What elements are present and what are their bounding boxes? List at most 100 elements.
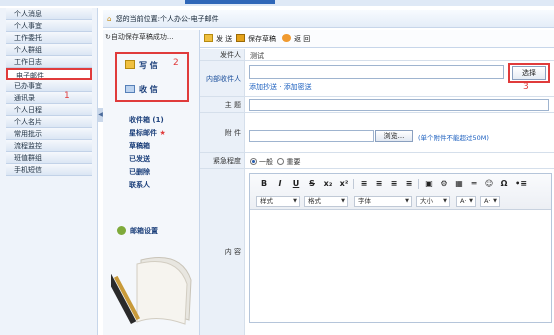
back-icon [282,34,291,42]
editor-content-area[interactable] [250,211,551,322]
justify-button[interactable]: ≡ [403,178,415,190]
top-active-tab-bar [185,0,275,4]
align-left-button[interactable]: ≡ [358,178,370,190]
nav-item[interactable]: 流程监控 [6,140,92,152]
folder-label: 收件箱 (1) [129,116,164,124]
save-icon [236,34,245,42]
nav-item[interactable]: 班值群组 [6,152,92,164]
attachment-hint: (单个附件不能超过50M) [418,134,489,142]
special-char-icon[interactable]: Ω [498,178,510,190]
nav-item[interactable]: 已办事宜 [6,80,92,92]
send-button[interactable]: 发 送 [204,34,232,44]
bg-color-label: A· [484,197,491,205]
caret-down-icon: ▼ [341,198,345,204]
caret-down-icon: ▼ [293,198,297,204]
caret-down-icon: ▼ [443,198,447,204]
receive-button[interactable]: 收 信 [125,84,158,95]
nav-item[interactable]: 通讯录 [6,92,92,104]
horizontal-rule-icon[interactable]: ═ [468,178,480,190]
receive-label: 收 信 [139,85,158,94]
nav-item[interactable]: 常用批示 [6,128,92,140]
add-bcc-link[interactable]: 添加密送 [284,83,312,91]
nav-item[interactable]: 电子邮件 [6,68,92,80]
nav-item[interactable]: 个人群组 [6,44,92,56]
folder-label: 联系人 [129,181,150,189]
nav-list: 个人消息 个人事宜 工作委托 个人群组 工作日志 电子邮件 已办事宜 通讯录 个人日程 个人名片常… [0,8,97,176]
select-recipient-button[interactable]: 选择 [512,66,546,80]
content-row: 内 容 B I U S x₂ x² ≡ ≡ ≡ ≡ ▣ ⚙ ▦ ═ ☺ Ω •≡… [200,169,554,335]
style-dropdown[interactable]: 样式 ▼ [256,196,300,207]
subject-row: 主 题 [200,97,554,113]
size-dropdown[interactable]: 大小 ▼ [416,196,450,207]
nav-item[interactable]: 工作日志 [6,56,92,68]
bulleted-list-icon[interactable]: •≡ [513,178,529,190]
attachment-label: 附 件 [200,113,245,152]
folder-inbox[interactable]: 收件箱 (1) [129,114,166,127]
breadcrumb-text: 您的当前位置:个人办公-电子邮件 [115,15,219,23]
compose-toolbar: 发 送 保存草稿 返 回 [200,30,554,48]
nav-item[interactable]: 工作委托 [6,32,92,44]
back-label: 返 回 [294,35,311,43]
folder-starred[interactable]: 星标邮件 ★ [129,127,166,140]
strikethrough-button[interactable]: S [306,178,318,190]
folder-contacts[interactable]: 联系人 [129,179,166,192]
recipient-input[interactable] [249,65,504,79]
browse-button[interactable]: 浏览... [375,130,413,142]
home-icon: ⌂ [107,15,112,23]
subscript-button[interactable]: x₂ [322,178,334,190]
underline-button[interactable]: U [290,178,302,190]
mail-settings-link[interactable]: 邮箱设置 [117,226,158,236]
nav-item[interactable]: 个人事宜 [6,20,92,32]
text-color-dropdown[interactable]: A· ▼ [456,196,476,207]
folder-deleted[interactable]: 已删除 [129,166,166,179]
star-icon: ★ [159,129,166,137]
image-icon[interactable]: ▣ [423,178,435,190]
format-dropdown-label: 格式 [308,197,321,205]
rich-text-editor[interactable]: B I U S x₂ x² ≡ ≡ ≡ ≡ ▣ ⚙ ▦ ═ ☺ Ω •≡ 样式 ▼ [249,173,552,323]
urgency-important-label: 重要 [286,158,301,166]
attachment-path-input[interactable] [249,130,374,142]
bg-color-dropdown[interactable]: A· ▼ [480,196,500,207]
urgency-important-radio[interactable] [277,158,285,165]
align-center-button[interactable]: ≡ [373,178,385,190]
smiley-icon[interactable]: ☺ [483,178,495,190]
editor-toolbar: B I U S x₂ x² ≡ ≡ ≡ ≡ ▣ ⚙ ▦ ═ ☺ Ω •≡ 样式 ▼ [250,174,551,210]
bold-button[interactable]: B [258,178,270,190]
urgency-row: 紧急程度 一般 重要 [200,153,554,169]
save-draft-label: 保存草稿 [248,35,276,43]
sender-row: 发件人 测试 [200,49,554,61]
font-dropdown[interactable]: 字体 ▼ [354,196,412,207]
size-dropdown-label: 大小 [420,197,433,205]
annotation-marker-3: 3 [523,82,529,92]
compose-icon [125,60,135,69]
nav-item[interactable]: 手机短信 [6,164,92,176]
format-dropdown[interactable]: 格式 ▼ [304,196,348,207]
table-icon[interactable]: ▦ [453,178,465,190]
compose-label: 写 信 [139,61,158,70]
nav-item[interactable]: 个人日程 [6,104,92,116]
subject-input[interactable] [249,99,549,111]
folder-drafts[interactable]: 草稿箱 [129,140,166,153]
align-right-button[interactable]: ≡ [388,178,400,190]
autosave-text: 自动保存草稿成功... [110,33,174,41]
toolbar-divider [353,179,354,189]
send-icon [204,34,213,42]
flash-icon[interactable]: ⚙ [438,178,450,190]
caret-down-icon: ▼ [405,198,409,204]
save-draft-button[interactable]: 保存草稿 [236,34,276,44]
gear-icon [117,226,126,235]
folder-label: 已删除 [129,168,150,176]
urgency-normal-radio[interactable] [250,158,257,165]
style-dropdown-label: 样式 [260,197,273,205]
superscript-button[interactable]: x² [338,178,350,190]
back-button[interactable]: 返 回 [282,34,310,44]
italic-button[interactable]: I [274,178,286,190]
add-cc-link[interactable]: 添加抄送 [249,83,277,91]
urgency-normal-label: 一般 [259,158,273,166]
compose-button[interactable]: 写 信 [125,60,158,71]
nav-item[interactable]: 个人名片 [6,116,92,128]
folder-sent[interactable]: 已发送 [129,153,166,166]
folder-list: 收件箱 (1) 星标邮件 ★ 草稿箱 已发送 已删除 联系人 [129,114,166,192]
attachment-row: 附 件 浏览... (单个附件不能超过50M) [200,113,554,153]
nav-item[interactable]: 个人消息 [6,8,92,20]
